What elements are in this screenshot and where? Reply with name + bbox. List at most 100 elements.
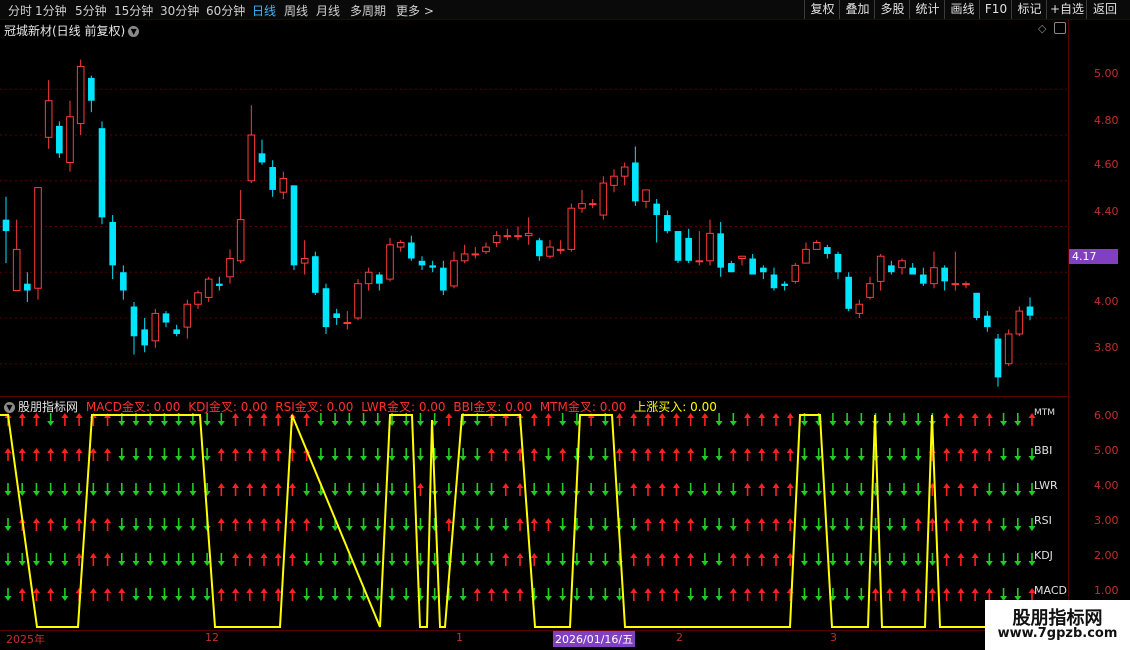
down-arrow xyxy=(4,483,12,496)
statistics-button[interactable]: 统计 xyxy=(909,0,945,19)
up-arrow xyxy=(658,448,666,461)
down-arrow xyxy=(203,448,211,461)
up-arrow xyxy=(217,518,225,531)
up-arrow xyxy=(729,448,737,461)
back-button[interactable]: 返回 xyxy=(1086,0,1123,19)
down-arrow xyxy=(160,518,168,531)
candle-body xyxy=(343,322,352,325)
up-arrow xyxy=(288,588,296,601)
period-tab-daily[interactable]: 日线 xyxy=(252,2,276,19)
down-arrow xyxy=(857,518,865,531)
up-arrow xyxy=(943,483,951,496)
down-arrow xyxy=(687,588,695,601)
add-watchlist-button[interactable]: +自选 xyxy=(1046,0,1087,19)
multi-stock-button[interactable]: 多股 xyxy=(874,0,910,19)
up-arrow xyxy=(971,553,979,566)
down-arrow xyxy=(345,448,353,461)
up-arrow xyxy=(246,553,254,566)
period-tab-60min[interactable]: 60分钟 xyxy=(206,2,245,19)
price-axis-line xyxy=(1068,20,1069,630)
price-tick: 4.00 xyxy=(1094,295,1119,308)
down-arrow xyxy=(89,483,97,496)
period-tab-1min[interactable]: 1分钟 xyxy=(35,2,67,19)
down-arrow xyxy=(175,588,183,601)
period-tab-30min[interactable]: 30分钟 xyxy=(160,2,199,19)
up-arrow xyxy=(75,448,83,461)
down-arrow xyxy=(601,588,609,601)
overlay-button[interactable]: 叠加 xyxy=(839,0,875,19)
down-arrow xyxy=(388,553,396,566)
up-arrow xyxy=(886,588,894,601)
down-arrow xyxy=(160,588,168,601)
down-arrow xyxy=(900,483,908,496)
up-arrow xyxy=(89,448,97,461)
candlestick-chart[interactable] xyxy=(0,20,1068,396)
down-arrow xyxy=(729,518,737,531)
up-arrow xyxy=(701,413,709,426)
up-arrow xyxy=(658,413,666,426)
candle-body xyxy=(760,267,767,273)
down-arrow xyxy=(544,588,552,601)
candle-body xyxy=(322,288,330,328)
up-arrow xyxy=(914,588,922,601)
down-arrow xyxy=(900,518,908,531)
candle-body xyxy=(802,248,810,264)
down-arrow xyxy=(4,518,12,531)
up-arrow xyxy=(32,448,40,461)
down-arrow xyxy=(345,413,353,426)
candle-body xyxy=(770,274,778,289)
up-arrow xyxy=(445,518,453,531)
period-tab-weekly[interactable]: 周线 xyxy=(284,2,308,19)
down-arrow xyxy=(203,588,211,601)
down-arrow xyxy=(587,588,595,601)
period-tab-5min[interactable]: 5分钟 xyxy=(75,2,107,19)
down-arrow xyxy=(132,553,140,566)
candle-body xyxy=(109,221,116,266)
candle-body xyxy=(834,253,842,273)
down-arrow xyxy=(303,483,311,496)
up-arrow xyxy=(89,518,97,531)
down-arrow xyxy=(189,448,197,461)
up-arrow xyxy=(971,483,979,496)
period-tab-fenshi[interactable]: 分时 xyxy=(8,2,32,19)
down-arrow xyxy=(317,553,325,566)
up-arrow xyxy=(217,483,225,496)
candle-body xyxy=(258,153,266,163)
up-arrow xyxy=(544,518,552,531)
indicator-chart[interactable] xyxy=(0,400,1068,630)
down-arrow xyxy=(32,483,40,496)
f10-button[interactable]: F10 xyxy=(979,0,1012,19)
down-arrow xyxy=(985,483,993,496)
date-label: 3 xyxy=(830,631,837,644)
down-arrow xyxy=(843,448,851,461)
period-tab-more[interactable]: 更多 > xyxy=(396,2,434,19)
indicator-tick: 2.00 xyxy=(1094,549,1119,562)
down-arrow xyxy=(815,483,823,496)
period-tab-15min[interactable]: 15分钟 xyxy=(114,2,153,19)
up-arrow xyxy=(957,448,965,461)
down-arrow xyxy=(857,448,865,461)
indicator-tick: 5.00 xyxy=(1094,444,1119,457)
candle-body xyxy=(482,246,490,253)
down-arrow xyxy=(61,518,69,531)
mark-button[interactable]: 标记 xyxy=(1011,0,1047,19)
down-arrow xyxy=(360,448,368,461)
down-arrow xyxy=(4,553,12,566)
candle-body xyxy=(855,303,864,314)
draw-line-button[interactable]: 画线 xyxy=(944,0,980,19)
period-tab-monthly[interactable]: 月线 xyxy=(316,2,340,19)
down-arrow xyxy=(132,483,140,496)
down-arrow xyxy=(857,413,865,426)
up-arrow xyxy=(630,448,638,461)
down-arrow xyxy=(843,413,851,426)
down-arrow xyxy=(360,483,368,496)
candle-body xyxy=(749,258,756,275)
down-arrow xyxy=(374,483,382,496)
down-arrow xyxy=(75,483,83,496)
fuquan-button[interactable]: 复权 xyxy=(804,0,840,19)
down-arrow xyxy=(374,413,382,426)
down-arrow xyxy=(715,588,723,601)
candle-body xyxy=(632,162,639,202)
up-arrow xyxy=(246,448,254,461)
period-tab-multi[interactable]: 多周期 xyxy=(350,2,386,19)
